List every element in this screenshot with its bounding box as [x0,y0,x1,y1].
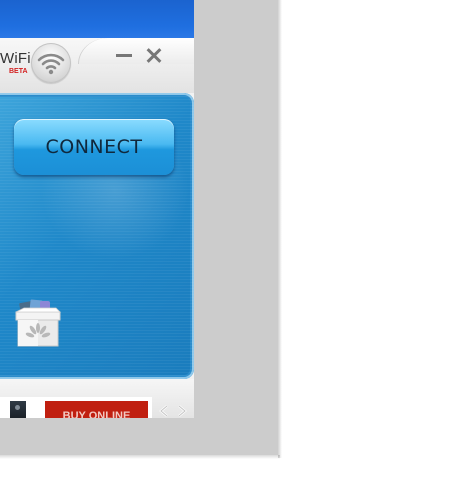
close-button[interactable] [143,44,165,66]
wifi-status-button[interactable] [31,43,71,83]
brand-text: WiFi [0,50,31,67]
buy-online-button[interactable]: BUY ONLINE [45,401,148,418]
chevron-right-icon[interactable] [176,405,188,417]
wifi-app-window: WiFi BETA CONNECT BUY ONLINE [0,0,194,418]
title-bar-tab [78,38,194,64]
ad-product-thumbnail[interactable] [10,401,26,418]
gift-box-icon[interactable] [12,298,64,350]
wifi-signal-icon [37,53,65,75]
minimize-button[interactable] [113,44,135,66]
window-shadow-right [278,0,282,458]
beta-badge: BETA [9,68,28,75]
connect-button[interactable]: CONNECT [14,119,174,175]
top-blue-bar [0,0,194,38]
app-logo: WiFi BETA [0,50,32,80]
window-shadow-bottom [0,455,280,459]
chevron-left-icon[interactable] [158,405,170,417]
